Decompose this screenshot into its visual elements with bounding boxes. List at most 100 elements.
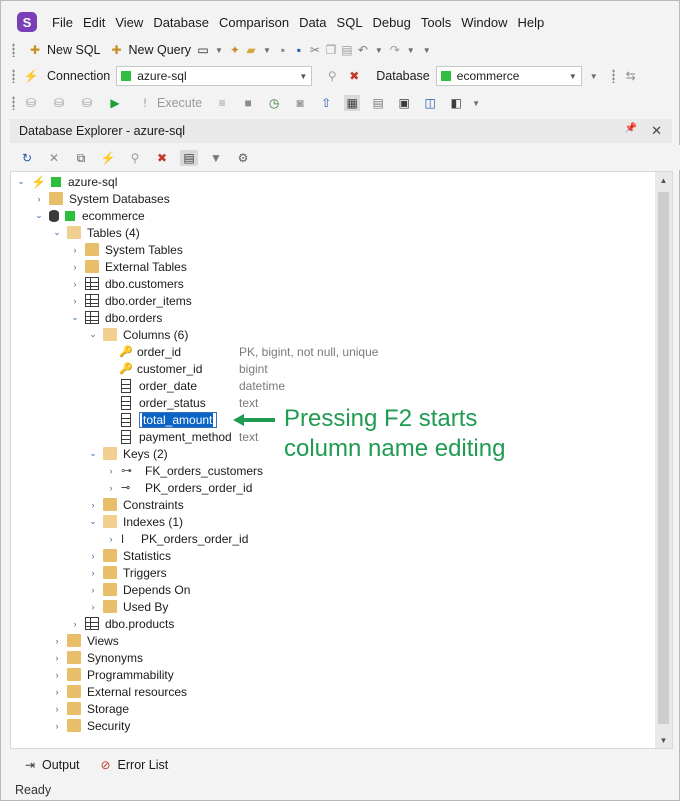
toolbar-grip[interactable] xyxy=(12,96,15,110)
expand-chevron-icon[interactable]: › xyxy=(33,194,45,204)
menu-tools[interactable]: Tools xyxy=(416,15,456,30)
chart-icon[interactable]: ◫ xyxy=(422,95,438,111)
expand-chevron-icon[interactable]: › xyxy=(51,721,63,731)
collapse-chevron-icon[interactable]: ⌄ xyxy=(87,516,99,527)
tree-node-table-orders[interactable]: ⌄ dbo.orders xyxy=(69,309,162,326)
undo-icon[interactable]: ↶ xyxy=(355,42,371,58)
redo-dropdown[interactable]: ▼ xyxy=(403,46,419,55)
toolbar-overflow[interactable]: ▼ xyxy=(468,99,484,108)
undo-dropdown[interactable]: ▼ xyxy=(371,46,387,55)
plan-icon[interactable]: ◧ xyxy=(448,95,464,111)
expand-chevron-icon[interactable]: › xyxy=(69,619,81,629)
new-sql-button[interactable]: ✚ New SQL xyxy=(23,39,105,61)
expand-chevron-icon[interactable]: › xyxy=(87,568,99,578)
tree-node-programmability[interactable]: › Programmability xyxy=(51,666,174,683)
collapse-chevron-icon[interactable]: ⌄ xyxy=(33,210,45,221)
open-dropdown[interactable]: ▼ xyxy=(259,46,275,55)
toolbar-grip[interactable] xyxy=(611,69,615,83)
tree-node-triggers[interactable]: › Triggers xyxy=(87,564,167,581)
collapse-chevron-icon[interactable]: ⌄ xyxy=(87,448,99,459)
tree-node-security[interactable]: › Security xyxy=(51,717,131,734)
tree-node-column[interactable]: 🔑 order_id PK, bigint, not null, unique xyxy=(119,343,639,360)
open-folder-icon[interactable]: ▰ xyxy=(243,42,259,58)
tree-node-views[interactable]: › Views xyxy=(51,632,119,649)
tree-node-statistics[interactable]: › Statistics xyxy=(87,547,172,564)
tree-node-connection[interactable]: ⌄ ⚡ azure-sql xyxy=(15,173,117,190)
toolbar-grip[interactable] xyxy=(12,43,15,57)
expand-chevron-icon[interactable]: › xyxy=(69,262,81,272)
save-all-icon[interactable]: ▪ xyxy=(291,42,307,58)
menu-debug[interactable]: Debug xyxy=(368,15,416,30)
properties-icon[interactable]: ⚙ xyxy=(234,150,252,166)
collapse-chevron-icon[interactable]: ⌄ xyxy=(15,176,27,187)
menu-view[interactable]: View xyxy=(110,15,148,30)
menu-sql[interactable]: SQL xyxy=(332,15,368,30)
paste-icon[interactable]: ▤ xyxy=(339,42,355,58)
redo-icon[interactable]: ↷ xyxy=(387,42,403,58)
menu-comparison[interactable]: Comparison xyxy=(214,15,294,30)
menu-file[interactable]: File xyxy=(47,15,78,30)
collapse-chevron-icon[interactable]: ⌄ xyxy=(87,329,99,340)
image-icon[interactable]: ▣ xyxy=(396,95,412,111)
new-document-dropdown[interactable]: ▼ xyxy=(211,46,227,55)
expand-chevron-icon[interactable]: › xyxy=(69,245,81,255)
tree-node-table-customers[interactable]: › dbo.customers xyxy=(69,275,184,292)
new-query-button[interactable]: ✚ New Query xyxy=(105,39,196,61)
tree-node-constraints[interactable]: › Constraints xyxy=(87,496,184,513)
scroll-down-icon[interactable]: ▼ xyxy=(655,736,672,745)
filter-icon[interactable]: ▼ xyxy=(207,150,225,166)
connection-select[interactable]: azure-sql ▼ xyxy=(116,66,313,86)
expand-chevron-icon[interactable]: › xyxy=(51,704,63,714)
tree-scrollbar[interactable]: ▲ ▼ xyxy=(655,171,673,749)
tab-output[interactable]: ⇥ Output xyxy=(22,757,80,773)
scroll-up-icon[interactable]: ▲ xyxy=(655,176,672,185)
connect-icon[interactable]: ⚲ xyxy=(126,150,144,166)
expand-chevron-icon[interactable]: › xyxy=(69,296,81,306)
expand-chevron-icon[interactable]: › xyxy=(51,636,63,646)
plug-icon[interactable]: ⚲ xyxy=(324,68,340,84)
expand-chevron-icon[interactable]: › xyxy=(87,500,99,510)
collapse-chevron-icon[interactable]: ⌄ xyxy=(51,227,63,238)
database-stop-icon[interactable]: ⛁ xyxy=(79,95,95,111)
run-icon[interactable]: ▶ xyxy=(107,95,123,111)
menu-data[interactable]: Data xyxy=(294,15,331,30)
database-refresh-icon[interactable]: ⛁ xyxy=(51,95,67,111)
expand-chevron-icon[interactable]: › xyxy=(87,551,99,561)
expand-chevron-icon[interactable]: › xyxy=(105,483,117,493)
history-icon[interactable]: ◷ xyxy=(266,95,282,111)
save-icon[interactable]: ▪ xyxy=(275,42,291,58)
disconnect-icon[interactable]: ✖ xyxy=(346,68,362,84)
database-icon[interactable]: ⛁ xyxy=(23,95,39,111)
tree-node-column[interactable]: 🔑 customer_id bigint xyxy=(119,360,639,377)
scrollbar-thumb[interactable] xyxy=(658,192,669,724)
collapse-chevron-icon[interactable]: ⌄ xyxy=(69,312,81,323)
expand-chevron-icon[interactable]: › xyxy=(51,670,63,680)
toolbar-grip[interactable] xyxy=(12,69,15,83)
tree-node-storage[interactable]: › Storage xyxy=(51,700,130,717)
tree-node-columns[interactable]: ⌄ Columns (6) xyxy=(87,326,188,343)
tree-node-table-products[interactable]: › dbo.products xyxy=(69,615,175,632)
new-file-icon[interactable]: ✦ xyxy=(227,42,243,58)
tree-node-foreign-key[interactable]: › ⊶ FK_orders_customers xyxy=(105,462,264,479)
tree-node-synonyms[interactable]: › Synonyms xyxy=(51,649,144,666)
group-icon[interactable]: ▤ xyxy=(180,149,198,166)
expand-chevron-icon[interactable]: › xyxy=(51,687,63,697)
execute-button[interactable]: ! Execute xyxy=(133,92,206,114)
expand-chevron-icon[interactable]: › xyxy=(105,534,117,544)
toolbar-overflow[interactable]: ▼ xyxy=(419,46,435,55)
expand-chevron-icon[interactable]: › xyxy=(87,585,99,595)
layout-icon[interactable]: ▤ xyxy=(370,95,386,111)
tree-node-external-resources[interactable]: › External resources xyxy=(51,683,188,700)
tree-node-depends-on[interactable]: › Depends On xyxy=(87,581,191,598)
execute-current-icon[interactable]: ≡ xyxy=(214,95,230,111)
column-name-edit-field[interactable]: total_amount xyxy=(139,411,217,428)
expand-chevron-icon[interactable]: › xyxy=(87,602,99,612)
tree-node-used-by[interactable]: › Used By xyxy=(87,598,169,615)
new-connection-icon[interactable]: ⚡ xyxy=(99,150,117,166)
camera-icon[interactable]: ◙ xyxy=(292,95,308,111)
tree-node-column[interactable]: order_date datetime xyxy=(119,377,639,394)
tree-node-system-tables[interactable]: › System Tables xyxy=(69,241,183,258)
cut-icon[interactable]: ✂ xyxy=(307,42,323,58)
expand-chevron-icon[interactable]: › xyxy=(105,466,117,476)
pin-icon[interactable]: 📌 xyxy=(625,123,637,139)
